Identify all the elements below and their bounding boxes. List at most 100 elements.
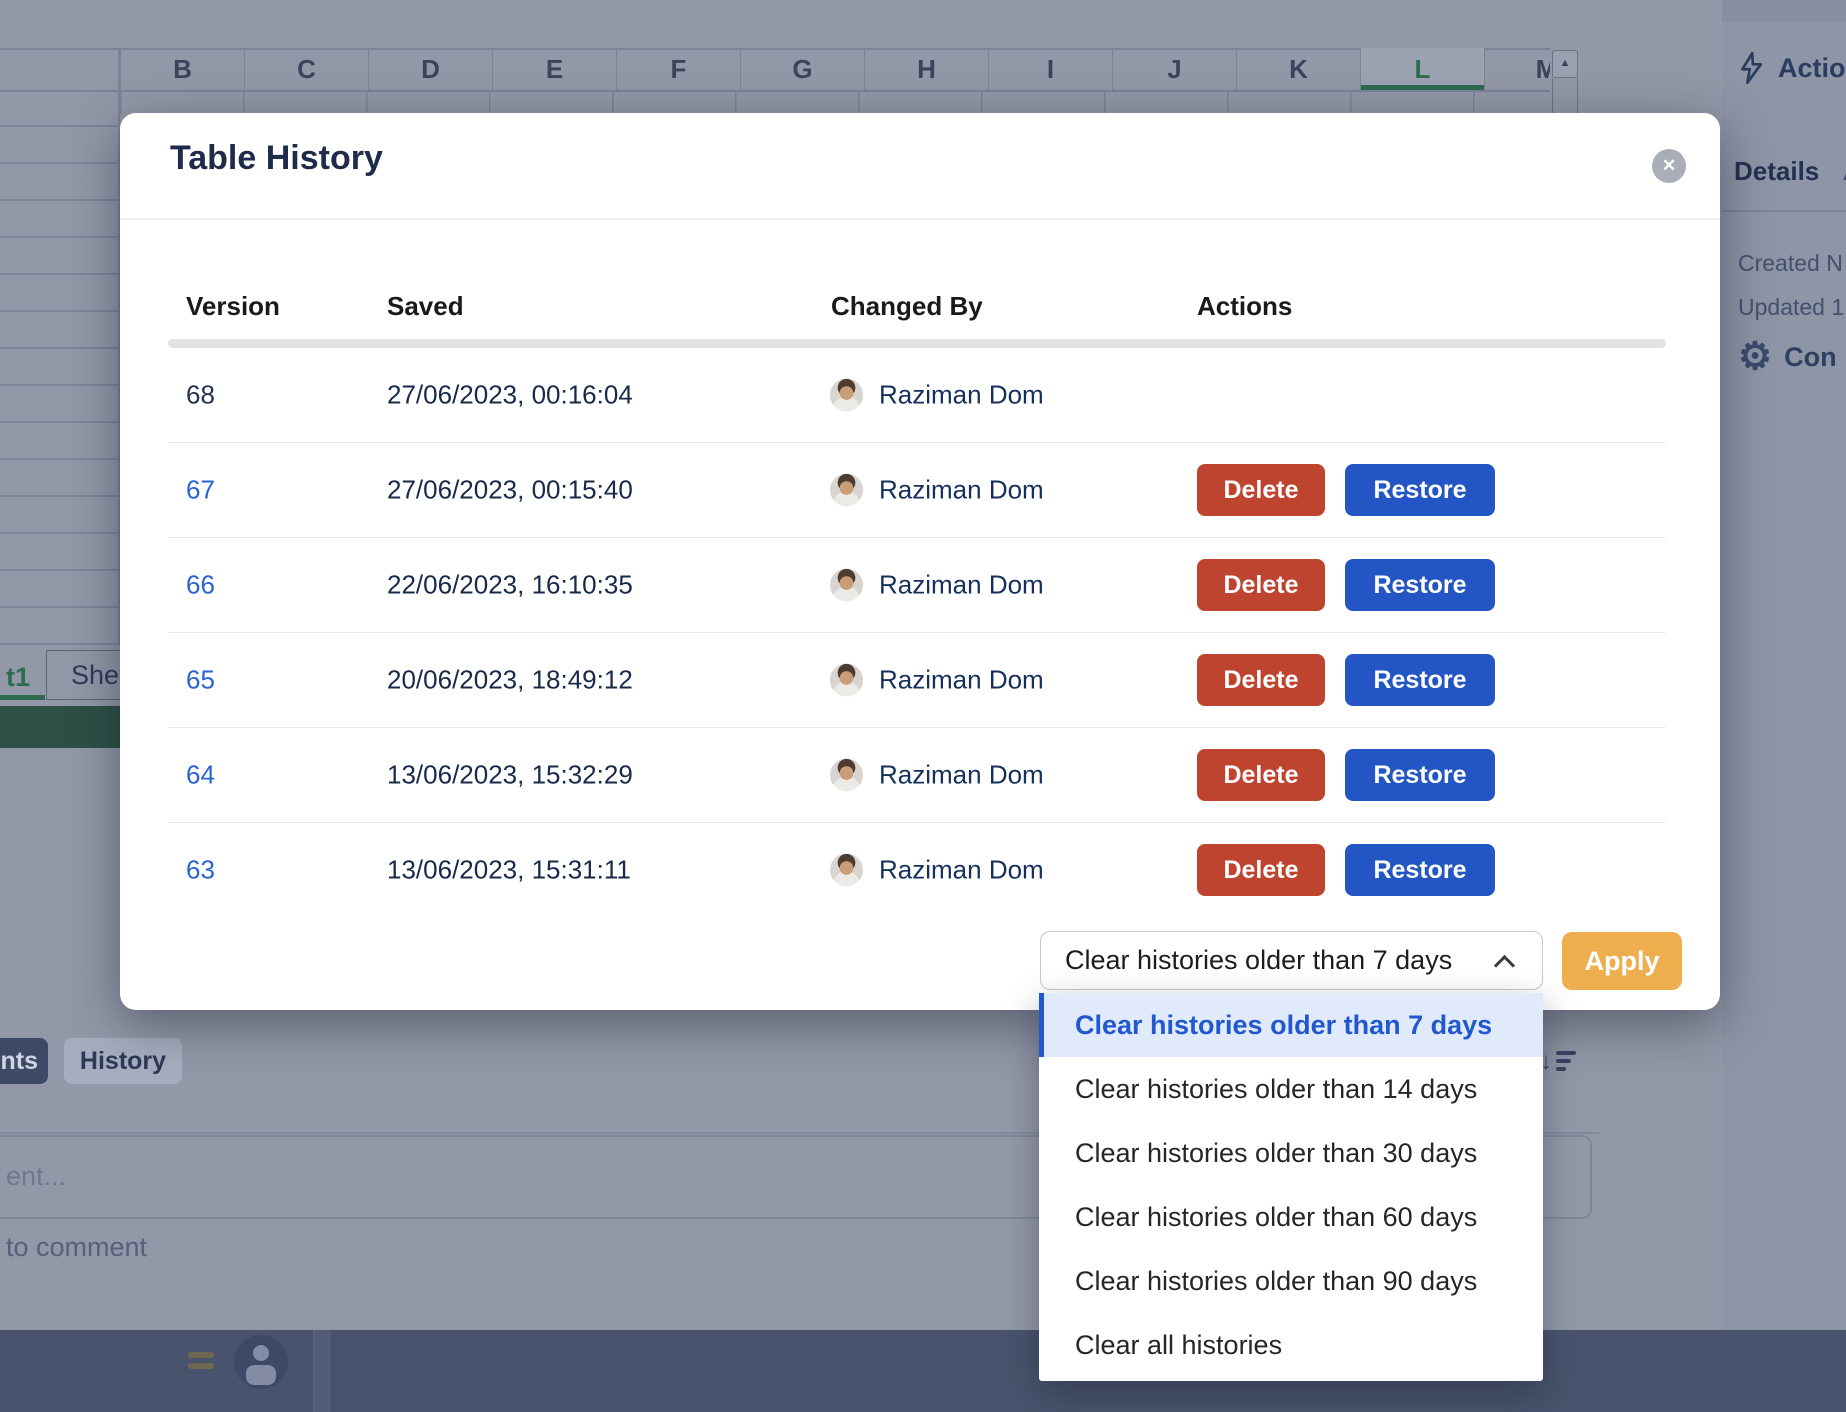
- avatar: [830, 854, 863, 887]
- delete-button[interactable]: Delete: [1197, 844, 1325, 896]
- column-header-H[interactable]: H: [864, 48, 988, 90]
- menu-item-3[interactable]: Clear histories older than 30 days: [1039, 1121, 1543, 1185]
- menu-item-6[interactable]: Clear all histories: [1039, 1313, 1543, 1377]
- table-row: 63 13/06/2023, 15:31:11 Raziman Dom Dele…: [168, 822, 1666, 917]
- equals-icon[interactable]: [188, 1350, 214, 1372]
- column-header-C[interactable]: C: [244, 48, 368, 90]
- delete-button[interactable]: Delete: [1197, 464, 1325, 516]
- user-name: Raziman Dom: [879, 475, 1044, 506]
- table-row: 67 27/06/2023, 00:15:40 Raziman Dom Dele…: [168, 442, 1666, 537]
- column-header-E[interactable]: E: [492, 48, 616, 90]
- version-cell[interactable]: 67: [186, 475, 215, 506]
- table-row: 64 13/06/2023, 15:32:29 Raziman Dom Dele…: [168, 727, 1666, 822]
- user-name: Raziman Dom: [879, 760, 1044, 791]
- restore-button[interactable]: Restore: [1345, 654, 1495, 706]
- restore-button[interactable]: Restore: [1345, 464, 1495, 516]
- restore-button[interactable]: Restore: [1345, 749, 1495, 801]
- apply-button[interactable]: Apply: [1562, 932, 1682, 990]
- version-cell[interactable]: 64: [186, 760, 215, 791]
- version-cell[interactable]: 63: [186, 855, 215, 886]
- close-icon[interactable]: ✕: [1652, 149, 1686, 183]
- comment-placeholder: ent...: [6, 1161, 66, 1192]
- clear-histories-menu: Clear histories older than 7 daysClear h…: [1039, 993, 1543, 1381]
- updated-field: Updated 1: [1738, 294, 1844, 321]
- menu-item-5[interactable]: Clear histories older than 90 days: [1039, 1249, 1543, 1313]
- right-panel: Actio Details A Created N Updated 1 ⚙ Co…: [1722, 0, 1846, 1330]
- clear-histories-select[interactable]: Clear histories older than 7 days: [1040, 931, 1543, 990]
- table-scrollbar-track: [168, 339, 1666, 348]
- menu-item-2[interactable]: Clear histories older than 14 days: [1039, 1057, 1543, 1121]
- gear-icon: ⚙: [1738, 338, 1772, 376]
- table-row: 66 22/06/2023, 16:10:35 Raziman Dom Dele…: [168, 537, 1666, 632]
- column-header-G[interactable]: G: [740, 48, 864, 90]
- changed-by-cell: Raziman Dom: [830, 854, 1044, 887]
- version-cell[interactable]: 68: [186, 380, 215, 411]
- tab-history[interactable]: History: [64, 1038, 182, 1084]
- delete-button[interactable]: Delete: [1197, 749, 1325, 801]
- header-version: Version: [186, 291, 280, 322]
- sheet-tab-active-label: t1: [6, 662, 30, 693]
- user-name: Raziman Dom: [879, 665, 1044, 696]
- created-field: Created N: [1738, 250, 1843, 277]
- changed-by-cell: Raziman Dom: [830, 569, 1044, 602]
- config-section[interactable]: ⚙ Con: [1738, 338, 1837, 376]
- scroll-up-icon: ▲: [1560, 57, 1571, 69]
- chevron-up-icon: [1494, 955, 1515, 976]
- user-name: Raziman Dom: [879, 570, 1044, 601]
- changed-by-cell: Raziman Dom: [830, 759, 1044, 792]
- header-actions: Actions: [1197, 291, 1292, 322]
- saved-cell: 20/06/2023, 18:49:12: [387, 665, 633, 696]
- restore-button[interactable]: Restore: [1345, 559, 1495, 611]
- history-table-body: 68 27/06/2023, 00:16:04 Raziman Dom 67 2…: [120, 348, 1720, 917]
- changed-by-cell: Raziman Dom: [830, 474, 1044, 507]
- saved-cell: 27/06/2023, 00:16:04: [387, 380, 633, 411]
- user-avatar-icon[interactable]: [234, 1335, 288, 1389]
- details-tabs[interactable]: Details A: [1734, 156, 1846, 187]
- delete-button[interactable]: Delete: [1197, 654, 1325, 706]
- column-header-B[interactable]: B: [120, 48, 244, 90]
- menu-item-4[interactable]: Clear histories older than 60 days: [1039, 1185, 1543, 1249]
- column-separators: [120, 90, 1550, 114]
- column-header-F[interactable]: F: [616, 48, 740, 90]
- panel-top-button[interactable]: [1722, 0, 1846, 22]
- user-name: Raziman Dom: [879, 380, 1044, 411]
- modal-header-divider: [120, 218, 1720, 220]
- comment-hint-text: to comment: [6, 1232, 147, 1263]
- table-history-modal: Table History ✕ Version Saved Changed By…: [120, 113, 1720, 1010]
- sort-descending-icon[interactable]: ↓: [1540, 1046, 1580, 1078]
- scroll-up-button[interactable]: ▲: [1552, 50, 1578, 78]
- selected-range-band: [0, 706, 120, 748]
- modal-title: Table History: [170, 139, 383, 178]
- screen: BCDEFGHIJKLM ▲ t1 She Actio Details A Cr…: [0, 0, 1846, 1412]
- panel-divider: [1722, 210, 1846, 212]
- column-header-M[interactable]: M: [1484, 48, 1550, 90]
- header-changed-by: Changed By: [831, 291, 983, 322]
- tab-comments[interactable]: nts: [0, 1038, 48, 1084]
- lightning-icon: [1736, 52, 1766, 84]
- column-header-K[interactable]: K: [1236, 48, 1360, 90]
- changed-by-cell: Raziman Dom: [830, 664, 1044, 697]
- details-tab-label[interactable]: Details: [1734, 156, 1819, 187]
- table-row: 65 20/06/2023, 18:49:12 Raziman Dom Dele…: [168, 632, 1666, 727]
- avatar: [830, 759, 863, 792]
- actions-section[interactable]: Actio: [1736, 52, 1846, 84]
- saved-cell: 13/06/2023, 15:32:29: [387, 760, 633, 791]
- delete-button[interactable]: Delete: [1197, 559, 1325, 611]
- vertical-scrollbar-track[interactable]: [1552, 78, 1578, 114]
- sheet-tab-active-underline: [0, 695, 45, 700]
- config-label: Con: [1784, 342, 1836, 373]
- header-saved: Saved: [387, 291, 464, 322]
- version-cell[interactable]: 66: [186, 570, 215, 601]
- actions-label: Actio: [1778, 53, 1846, 84]
- column-header-L[interactable]: L: [1360, 48, 1484, 90]
- grid-rows: [0, 90, 119, 646]
- column-header-J[interactable]: J: [1112, 48, 1236, 90]
- sheet-tab-active[interactable]: t1: [0, 650, 45, 700]
- menu-item-1[interactable]: Clear histories older than 7 days: [1039, 993, 1543, 1057]
- table-row: 68 27/06/2023, 00:16:04 Raziman Dom: [120, 348, 1720, 442]
- column-header-I[interactable]: I: [988, 48, 1112, 90]
- restore-button[interactable]: Restore: [1345, 844, 1495, 896]
- column-header-D[interactable]: D: [368, 48, 492, 90]
- saved-cell: 22/06/2023, 16:10:35: [387, 570, 633, 601]
- version-cell[interactable]: 65: [186, 665, 215, 696]
